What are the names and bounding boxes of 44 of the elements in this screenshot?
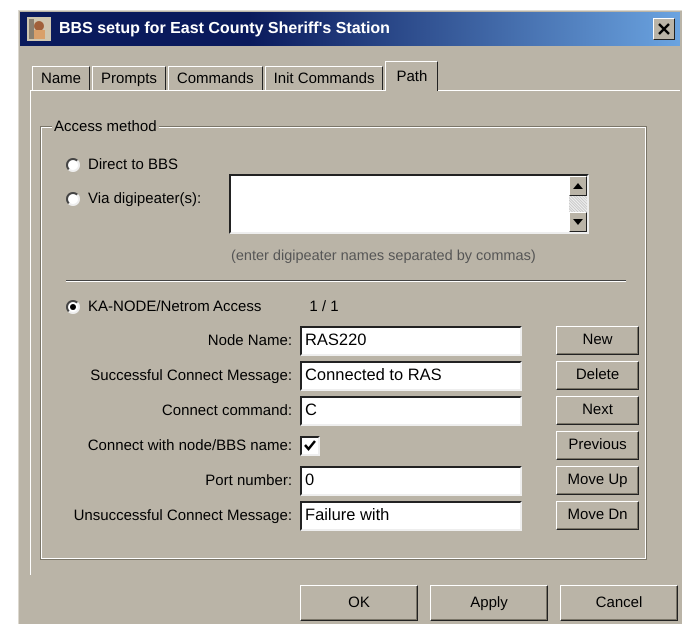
side-button[interactable]: Move Up <box>556 466 639 495</box>
radio-label: KA-NODE/Netrom Access <box>88 296 262 316</box>
side-button[interactable]: Delete <box>556 360 639 390</box>
down-arrow-icon <box>573 219 584 225</box>
checkbox[interactable] <box>300 436 320 456</box>
field-label: Connect with node/BBS name: <box>86 436 293 456</box>
field-label: Node Name: <box>206 330 293 350</box>
digipeater-list-field[interactable] <box>229 174 590 234</box>
scroll-up-button[interactable] <box>569 176 588 196</box>
radio-button[interactable] <box>66 158 80 172</box>
dialog-button[interactable]: Apply <box>430 585 548 621</box>
field-label: Successful Connect Message: <box>89 366 293 386</box>
tab[interactable]: Name <box>32 66 90 90</box>
hint-text: (enter digipeater names separated by commas) <box>231 247 537 266</box>
close-icon <box>658 23 670 35</box>
side-button[interactable]: New <box>556 326 639 355</box>
tab[interactable]: Commands <box>168 66 263 90</box>
field-label: Port number: <box>204 470 293 490</box>
text-field[interactable]: Connected to RAS <box>300 360 522 391</box>
dialog-button[interactable]: Cancel <box>560 585 678 621</box>
tab[interactable]: Path <box>385 61 438 91</box>
check-icon <box>304 440 316 452</box>
close-button[interactable] <box>653 18 675 40</box>
text-field[interactable]: C <box>300 396 522 426</box>
side-button[interactable]: Previous <box>556 430 639 460</box>
side-button[interactable]: Move Dn <box>556 500 639 530</box>
field-label: Unsuccessful Connect Message: <box>72 506 293 526</box>
text-field[interactable]: 0 <box>300 466 522 496</box>
radio-label: Via digipeater(s): <box>88 188 202 209</box>
text-field[interactable]: Failure with <box>300 500 522 531</box>
tab[interactable]: Init Commands <box>264 66 384 90</box>
tab[interactable]: Prompts <box>92 66 166 90</box>
field-label: Connect command: <box>160 400 293 420</box>
side-button[interactable]: Next <box>556 396 639 425</box>
up-arrow-icon <box>573 183 584 189</box>
radio-button[interactable] <box>66 300 80 314</box>
dialog-button[interactable]: OK <box>300 585 418 621</box>
record-counter: 1 / 1 <box>309 296 339 316</box>
radio-button[interactable] <box>66 192 80 206</box>
text-field[interactable]: RAS220 <box>300 326 522 356</box>
app-icon <box>27 17 51 41</box>
radio-label: Direct to BBS <box>88 154 178 175</box>
scroll-down-button[interactable] <box>569 212 588 232</box>
window-title: BBS setup for East County Sheriff's Station <box>59 19 390 39</box>
